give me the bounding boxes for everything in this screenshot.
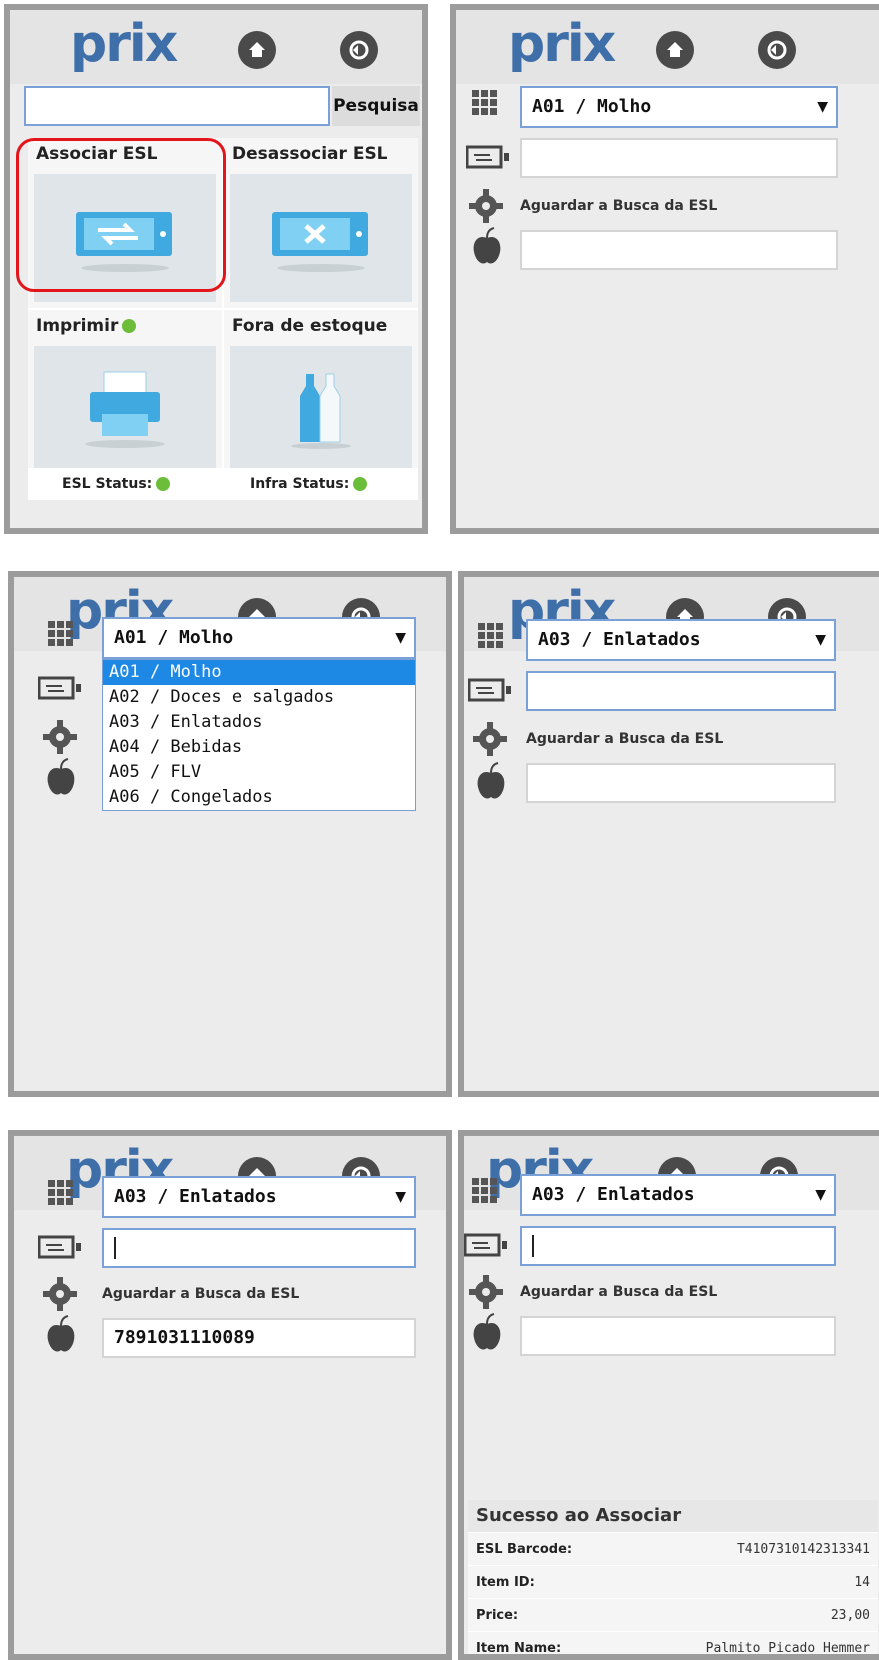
printer-icon (34, 346, 216, 474)
app-header: prix (10, 10, 422, 84)
search-button[interactable]: Pesquisa (332, 86, 420, 126)
apple-icon (46, 757, 76, 801)
print-status-dot (122, 319, 137, 333)
esl-barcode-input[interactable] (520, 1226, 836, 1266)
await-status-text: Aguardar a Busca da ESL (520, 198, 718, 214)
dropdown-option[interactable]: A06 / Congelados (103, 785, 415, 810)
item-barcode-input[interactable] (520, 230, 838, 270)
associate-screen-a03: prix A03 / Enlatados ▼ Aguardar a Busca d… (458, 571, 879, 1097)
result-row: Price: 23,00 (468, 1598, 878, 1631)
grid-icon (472, 90, 498, 120)
apple-icon (472, 226, 502, 270)
back-icon[interactable] (758, 31, 796, 69)
dropdown-option[interactable]: A04 / Bebidas (103, 735, 415, 760)
dropdown-option[interactable]: A05 / FLV (103, 760, 415, 785)
gear-icon (468, 1274, 504, 1314)
result-key: Item Name: (476, 1641, 562, 1656)
dropdown-option[interactable]: A02 / Doces e salgados (103, 685, 415, 710)
section-select[interactable]: A01 / Molho ▼ (520, 86, 838, 128)
esl-barcode-input[interactable] (102, 1228, 416, 1268)
item-barcode-input[interactable] (526, 763, 836, 803)
esl-link-icon (465, 144, 510, 174)
result-title: Sucesso ao Associar (468, 1500, 878, 1532)
dropdown-option[interactable]: A01 / Molho (103, 660, 415, 685)
gear-icon (468, 188, 504, 228)
esl-status-dot (156, 477, 171, 491)
dropdown-arrow-icon: ▼ (395, 1189, 406, 1205)
home-icon[interactable] (656, 31, 694, 69)
grid-icon (48, 1180, 74, 1210)
esl-barcode-input[interactable] (526, 671, 836, 711)
await-status-text: Aguardar a Busca da ESL (526, 731, 724, 747)
apple-icon (476, 761, 506, 805)
section-select[interactable]: A03 / Enlatados ▼ (526, 619, 836, 661)
result-key: ESL Barcode: (476, 1542, 573, 1557)
esl-link-icon (464, 1232, 508, 1262)
grid-icon (48, 621, 74, 651)
associate-screen-empty: prix A01 / Molho ▼ Aguardar a Busca da ES… (450, 4, 879, 534)
gear-icon (42, 719, 78, 759)
await-status-text: Aguardar a Busca da ESL (520, 1284, 718, 1300)
apple-icon (472, 1312, 502, 1356)
grid-icon (478, 623, 504, 653)
section-select[interactable]: A01 / Molho ▼ (102, 617, 416, 659)
infra-status-dot (353, 477, 368, 491)
result-key: Item ID: (476, 1575, 535, 1590)
status-bar: ESL Status: Infra Status: (28, 468, 418, 500)
search-bar: Pesquisa (24, 86, 420, 130)
item-barcode-input[interactable] (520, 1316, 836, 1356)
result-row: Item ID: 14 (468, 1565, 878, 1598)
result-row: ESL Barcode: T4107310142313341 (468, 1532, 878, 1565)
result-value: Palmito Picado Hemmer (705, 1641, 870, 1656)
result-row: Item Name: Palmito Picado Hemmer (468, 1631, 878, 1656)
prix-logo: prix (70, 14, 178, 74)
back-icon[interactable] (340, 31, 378, 69)
dropdown-arrow-icon: ▼ (815, 1187, 826, 1203)
text-cursor (532, 1235, 534, 1257)
await-status-text: Aguardar a Busca da ESL (102, 1286, 300, 1302)
search-input[interactable] (24, 86, 330, 126)
dropdown-option[interactable]: A03 / Enlatados (103, 710, 415, 735)
tile-label: Fora de estoque (232, 316, 388, 336)
associate-screen-success: prix A03 / Enlatados ▼ Aguardar a Busca d… (458, 1130, 879, 1660)
tile-fora-de-estoque[interactable]: Fora de estoque (224, 310, 418, 480)
esl-status: ESL Status: (62, 476, 171, 492)
prix-logo: prix (508, 14, 616, 74)
text-cursor (114, 1237, 116, 1259)
highlight-associar-esl (16, 138, 226, 292)
bottles-icon (230, 346, 412, 474)
gear-icon (42, 1276, 78, 1316)
grid-icon (472, 1178, 498, 1208)
dropdown-arrow-icon: ▼ (815, 632, 826, 648)
result-value: 23,00 (830, 1608, 870, 1623)
infra-status: Infra Status: (250, 476, 368, 492)
esl-link-icon (467, 677, 512, 707)
disassociate-esl-icon (230, 174, 412, 302)
associate-screen-item-scanned: prix A03 / Enlatados ▼ Aguardar a Busca d… (8, 1130, 452, 1660)
section-dropdown-list: A01 / Molho A02 / Doces e salgados A03 /… (102, 659, 416, 811)
app-header: prix (456, 10, 879, 84)
association-result: Sucesso ao Associar ESL Barcode: T4107310… (468, 1500, 878, 1656)
esl-link-icon (37, 1234, 82, 1264)
dropdown-arrow-icon: ▼ (395, 630, 406, 646)
tile-imprimir[interactable]: Imprimir (28, 310, 222, 480)
associate-screen-dropdown-open: prix A01 / Molho ▼ A01 / Molho A02 / Doce… (8, 571, 452, 1097)
tile-label: Desassociar ESL (232, 144, 388, 164)
home-screen-panel: prix Pesquisa Associar ESL Desassociar E… (4, 4, 428, 534)
result-key: Price: (476, 1608, 519, 1623)
section-select[interactable]: A03 / Enlatados ▼ (102, 1176, 416, 1218)
esl-barcode-input[interactable] (520, 138, 838, 178)
item-barcode-input[interactable]: 7891031110089 (102, 1318, 416, 1358)
tile-desassociar-esl[interactable]: Desassociar ESL (224, 138, 418, 308)
esl-link-icon (37, 675, 82, 705)
result-value: T4107310142313341 (736, 1542, 870, 1557)
apple-icon (46, 1314, 76, 1358)
section-select[interactable]: A03 / Enlatados ▼ (520, 1174, 836, 1216)
home-icon[interactable] (238, 31, 276, 69)
result-value: 14 (854, 1575, 870, 1590)
tile-label: Imprimir (36, 316, 137, 336)
dropdown-arrow-icon: ▼ (817, 99, 828, 115)
gear-icon (472, 721, 508, 761)
